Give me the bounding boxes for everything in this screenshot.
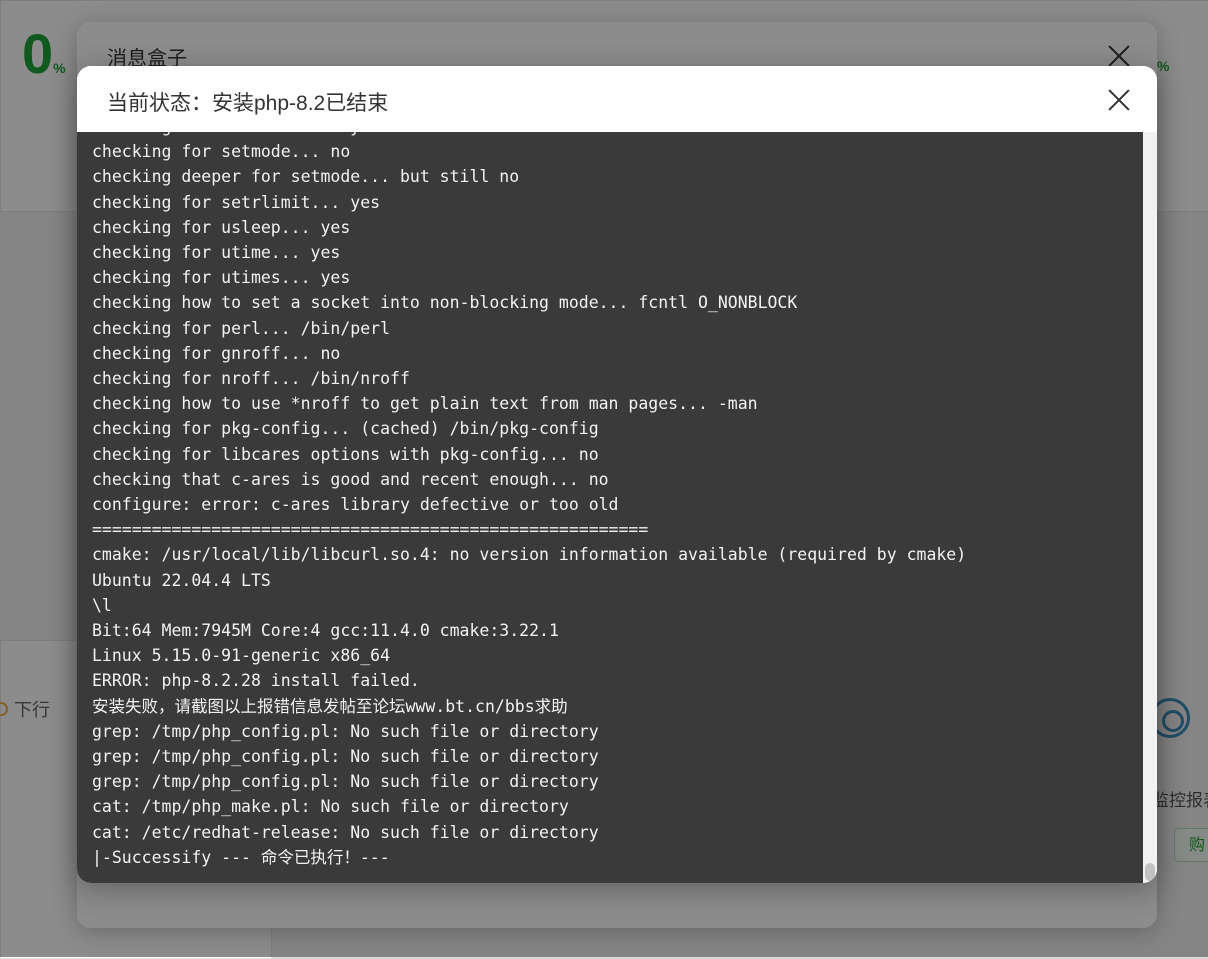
log-line: \l (92, 595, 112, 615)
log-line: configure: error: c-ares library defecti… (92, 495, 619, 515)
log-line: Ubuntu 22.04.4 LTS (92, 570, 271, 590)
log-line: checking for nroff... /bin/nroff (92, 369, 410, 389)
log-line: checking for setrlimit... yes (92, 132, 966, 139)
log-line: checking for gnroff... no (92, 343, 341, 363)
install-log-terminal[interactable]: checking for setrlimit... yes checking fo… (77, 132, 1143, 883)
log-line: grep: /tmp/php_config.pl: No such file o… (92, 747, 599, 767)
log-line: checking deeper for setmode... but still… (92, 167, 520, 187)
log-line: checking how to use *nroff to get plain … (92, 394, 758, 414)
install-log-text: checking for setrlimit... yes checking fo… (92, 132, 966, 870)
log-line: checking for perl... /bin/perl (92, 318, 391, 338)
log-line: grep: /tmp/php_config.pl: No such file o… (92, 772, 599, 792)
log-line: checking for usleep... yes (92, 217, 351, 237)
log-line: 安装失败，请截图以上报错信息发帖至论坛www.bt.cn/bbs求助 (92, 696, 568, 716)
log-line: checking for libcares options with pkg-c… (92, 444, 599, 464)
log-line: checking for setmode... no (92, 142, 351, 162)
install-status-dialog: 当前状态：安装php-8.2已结束 checking for setrlimit… (77, 66, 1157, 883)
log-line: checking for utimes... yes (92, 268, 351, 288)
log-line: Bit:64 Mem:7945M Core:4 gcc:11.4.0 cmake… (92, 621, 559, 641)
install-status-close-icon[interactable] (1107, 88, 1131, 112)
log-line: ERROR: php-8.2.28 install failed. (92, 671, 420, 691)
log-line: cmake: /usr/local/lib/libcurl.so.4: no v… (92, 545, 967, 565)
log-line: cat: /tmp/php_make.pl: No such file or d… (92, 797, 569, 817)
log-line: ========================================… (92, 520, 649, 540)
log-line: checking for pkg-config... (cached) /bin… (92, 419, 599, 439)
log-line: |-Successify --- 命令已执行！--- (92, 847, 390, 867)
log-line: checking that c-ares is good and recent … (92, 469, 609, 489)
log-line: checking for utime... yes (92, 243, 341, 263)
log-line: grep: /tmp/php_config.pl: No such file o… (92, 721, 599, 741)
install-status-title: 当前状态：安装php-8.2已结束 (107, 92, 389, 115)
log-line: checking for setrlimit... yes (92, 192, 381, 212)
log-line: checking how to set a socket into non-bl… (92, 293, 798, 313)
log-line: cat: /etc/redhat-release: No such file o… (92, 822, 599, 842)
log-scrollbar[interactable] (1143, 132, 1157, 883)
log-line: Linux 5.15.0-91-generic x86_64 (92, 646, 391, 666)
install-status-header: 当前状态：安装php-8.2已结束 (77, 66, 1157, 132)
log-scrollbar-thumb[interactable] (1145, 863, 1155, 881)
